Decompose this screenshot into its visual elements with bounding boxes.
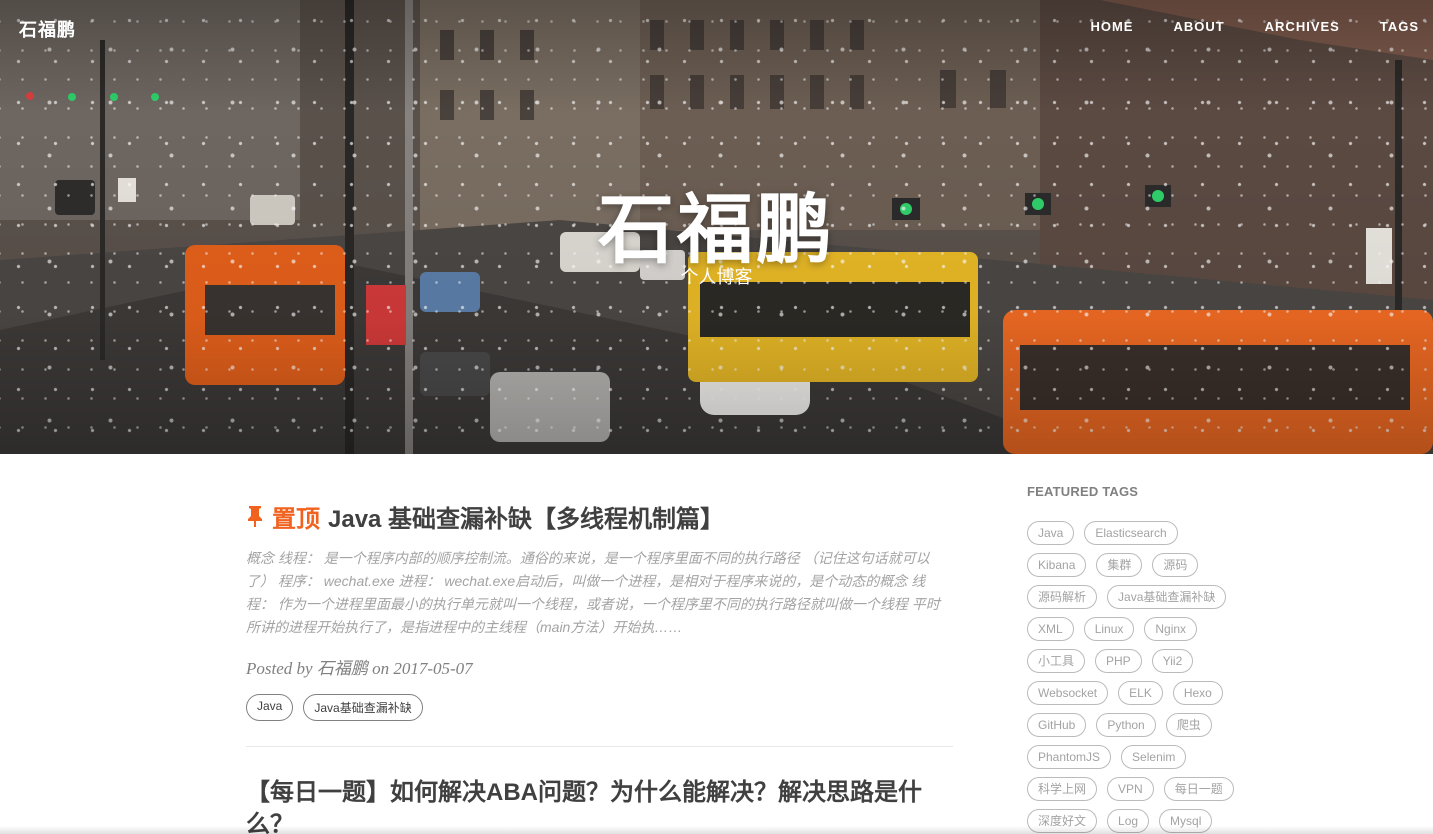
featured-tag[interactable]: PhantomJS: [1027, 745, 1112, 769]
nav-archives[interactable]: ARCHIVES: [1265, 19, 1340, 34]
post-preview: 置顶 Java 基础查漏补缺【多线程机制篇】 概念 线程： 是一个程序内部的顺序…: [246, 454, 953, 747]
featured-tag[interactable]: 源码解析: [1027, 585, 1098, 609]
featured-tags-section: FEATURED TAGS Java Elasticsearch Kibana …: [1027, 484, 1247, 833]
post-title[interactable]: Java 基础查漏补缺【多线程机制篇】: [328, 504, 724, 535]
post-tag[interactable]: Java: [246, 693, 294, 721]
window-bottom-edge: [0, 826, 1433, 834]
featured-tag[interactable]: Websocket: [1027, 681, 1109, 705]
site-title: 石福鹏: [598, 188, 835, 273]
post-preview: 【每日一题】如何解决ABA问题？为什么能解决？解决思路是什么？: [246, 747, 953, 834]
featured-tag[interactable]: 小工具: [1027, 649, 1086, 673]
featured-tag[interactable]: ELK: [1118, 681, 1163, 705]
post-excerpt[interactable]: 概念 线程： 是一个程序内部的顺序控制流。通俗的来说，是一个程序里面不同的执行路…: [246, 547, 953, 639]
featured-tag[interactable]: 集群: [1096, 553, 1143, 577]
featured-tag[interactable]: 爬虫: [1165, 713, 1212, 737]
featured-tag[interactable]: 科学上网: [1027, 777, 1098, 801]
featured-tag[interactable]: Kibana: [1027, 553, 1087, 577]
featured-tag[interactable]: XML: [1027, 617, 1074, 641]
navbar-links: HOME ABOUT ARCHIVES TAGS: [1090, 19, 1419, 34]
featured-tag[interactable]: Python: [1096, 713, 1156, 737]
navbar-brand[interactable]: 石福鹏: [19, 16, 76, 42]
featured-tag[interactable]: GitHub: [1027, 713, 1087, 737]
featured-tags-list: Java Elasticsearch Kibana 集群 源码 源码解析 Jav…: [1027, 521, 1247, 833]
featured-tag[interactable]: Linux: [1083, 617, 1135, 641]
nav-about[interactable]: ABOUT: [1173, 19, 1224, 34]
featured-tags-heading: FEATURED TAGS: [1027, 484, 1139, 499]
featured-tag[interactable]: 每日一题: [1163, 777, 1234, 801]
nav-tags[interactable]: TAGS: [1380, 19, 1419, 34]
site-subtitle: 个人博客: [680, 267, 753, 287]
pin-icon: [246, 505, 264, 535]
post-tags: Java Java基础查漏补缺: [246, 693, 953, 721]
post-title-link[interactable]: 置顶 Java 基础查漏补缺【多线程机制篇】: [246, 504, 953, 535]
featured-tag[interactable]: Nginx: [1144, 617, 1198, 641]
featured-tag[interactable]: Java基础查漏补缺: [1107, 585, 1227, 609]
pinned-label: 置顶: [272, 506, 320, 533]
featured-tag[interactable]: VPN: [1107, 777, 1154, 801]
featured-tag[interactable]: 源码: [1152, 553, 1199, 577]
nav-home[interactable]: HOME: [1090, 19, 1133, 34]
post-meta: Posted by 石福鹏 on 2017-05-07: [246, 658, 473, 678]
featured-tag[interactable]: Yii2: [1151, 649, 1194, 673]
post-tag[interactable]: Java基础查漏补缺: [303, 693, 423, 721]
post-list: 置顶 Java 基础查漏补缺【多线程机制篇】 概念 线程： 是一个程序内部的顺序…: [246, 454, 953, 834]
featured-tag[interactable]: Selenim: [1121, 745, 1187, 769]
featured-tag[interactable]: PHP: [1095, 649, 1142, 673]
featured-tag[interactable]: Elasticsearch: [1084, 521, 1178, 545]
featured-tag[interactable]: Java: [1027, 521, 1075, 545]
featured-tag[interactable]: Hexo: [1172, 681, 1223, 705]
hero-header: 石福鹏 HOME ABOUT ARCHIVES TAGS 石福鹏 个人博客: [0, 0, 1433, 454]
